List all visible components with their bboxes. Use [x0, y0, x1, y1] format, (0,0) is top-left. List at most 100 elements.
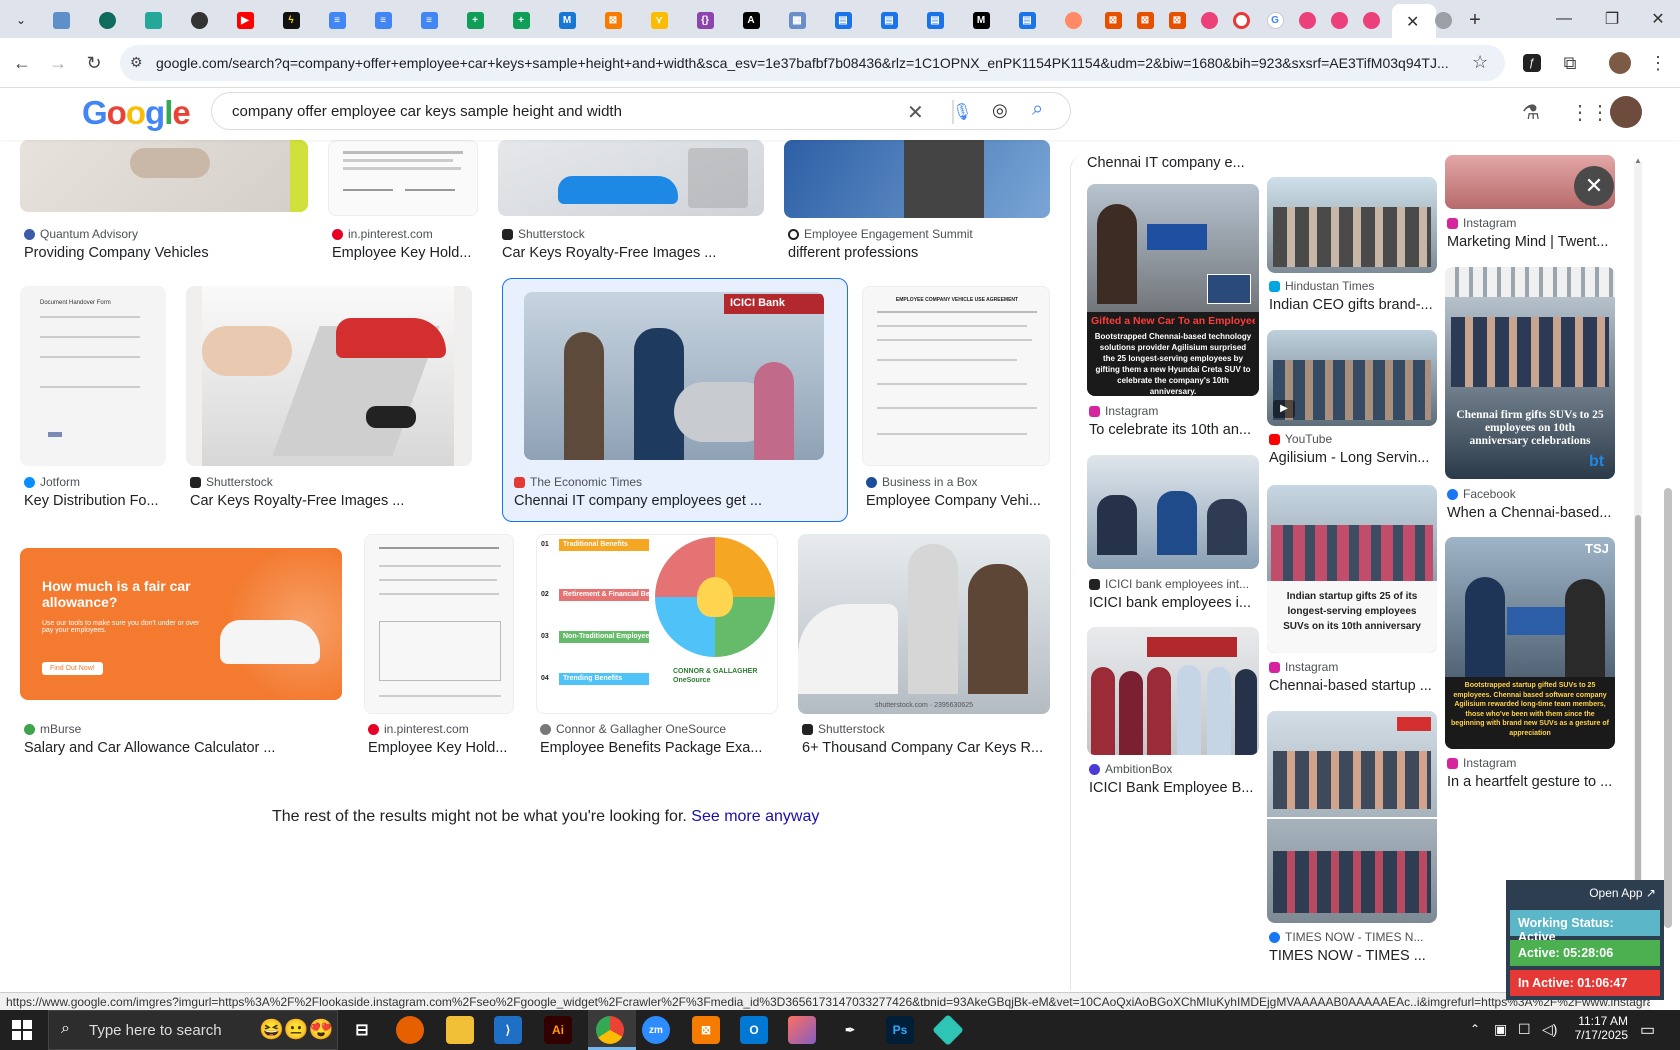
result-title[interactable]: Employee Company Vehi...	[866, 493, 1050, 509]
result-thumb-3[interactable]	[498, 140, 764, 216]
tab-7[interactable]: ≡	[322, 6, 352, 34]
result-thumb-7[interactable]: ICICI Bank	[524, 292, 824, 460]
new-tab-icon[interactable]: +	[1460, 6, 1490, 34]
volume-icon[interactable]: ◁)	[1542, 1021, 1557, 1038]
zoom-icon[interactable]: zm	[642, 1016, 670, 1044]
related-thumb-6[interactable]: Indian startup gifts 25 of its longest-s…	[1267, 485, 1437, 653]
tab-27[interactable]	[1194, 6, 1224, 34]
result-thumb-2[interactable]	[328, 140, 478, 216]
extension-icon[interactable]: ƒ	[1520, 51, 1544, 75]
panel-scrollbar-thumb[interactable]	[1635, 515, 1641, 895]
related-title[interactable]: In a heartfelt gesture to ...	[1447, 774, 1615, 790]
chrome-icon[interactable]	[596, 1016, 624, 1044]
labs-icon[interactable]: ⚗	[1522, 100, 1540, 125]
result-thumb-10[interactable]	[364, 534, 514, 714]
result-title[interactable]: Employee Benefits Package Exa...	[540, 740, 778, 756]
related-thumb-9[interactable]: Chennai firm gifts SUVs to 25 employees …	[1445, 267, 1615, 479]
file-explorer-icon[interactable]	[446, 1016, 474, 1044]
app-icon[interactable]: ⊠	[692, 1016, 720, 1044]
tab-25[interactable]: ⊠	[1130, 6, 1160, 34]
tab-21[interactable]: M	[966, 6, 996, 34]
tab-18[interactable]: ▤	[828, 6, 858, 34]
tab-2[interactable]	[92, 6, 122, 34]
tab-6[interactable]: ϟ	[276, 6, 306, 34]
pen-tool-icon[interactable]: ✒	[836, 1016, 864, 1044]
tab-26[interactable]: ⊠	[1162, 6, 1192, 34]
related-thumb-3[interactable]	[1087, 627, 1259, 755]
tab-4[interactable]	[184, 6, 214, 34]
tab-3[interactable]	[138, 6, 168, 34]
minimize-icon[interactable]: —	[1544, 8, 1584, 30]
result-thumb-5[interactable]: Document Handover Form	[20, 286, 166, 466]
menu-icon[interactable]: ⋮	[1646, 51, 1670, 75]
tab-search-icon[interactable]: ⌄	[6, 6, 36, 34]
open-app-link[interactable]: Open App ↗	[1589, 886, 1656, 900]
related-thumb-5[interactable]: ▶	[1267, 330, 1437, 426]
result-thumb-12[interactable]: shutterstock.com · 2395630625	[798, 534, 1050, 714]
lens-icon[interactable]: ◎	[992, 100, 1008, 121]
tab-31[interactable]	[1324, 6, 1354, 34]
result-title[interactable]: Car Keys Royalty-Free Images ...	[502, 245, 762, 261]
tab-12[interactable]: M	[552, 6, 582, 34]
close-panel-icon[interactable]: ✕	[1574, 166, 1614, 206]
related-title[interactable]: Marketing Mind | Twent...	[1447, 234, 1615, 250]
bookmark-star-icon[interactable]: ☆	[1472, 52, 1488, 73]
url-text[interactable]: google.com/search?q=company+offer+employ…	[156, 55, 1456, 71]
close-tab-icon[interactable]: ✕	[1406, 12, 1419, 32]
related-title[interactable]: ICICI bank employees i...	[1089, 595, 1259, 611]
voice-search-icon[interactable]: 🎙	[952, 102, 972, 122]
result-title[interactable]: Employee Key Hold...	[368, 740, 514, 756]
tab-10[interactable]: +	[460, 6, 490, 34]
see-more-link[interactable]: See more anyway	[691, 808, 819, 825]
search-input[interactable]: company offer employee car keys sample h…	[232, 103, 622, 120]
related-thumb-2[interactable]	[1087, 455, 1259, 569]
task-view-icon[interactable]: ⊟	[348, 1016, 376, 1044]
scroll-up-icon[interactable]: ▲	[1634, 156, 1642, 165]
profile-avatar[interactable]	[1608, 51, 1632, 75]
result-title[interactable]: Employee Key Hold...	[332, 245, 482, 261]
forward-icon[interactable]: →	[46, 51, 70, 75]
restore-icon[interactable]: ❐	[1592, 8, 1632, 30]
result-thumb-1[interactable]	[20, 140, 308, 212]
tab-34[interactable]	[1428, 6, 1458, 34]
related-thumb-7[interactable]	[1267, 711, 1437, 923]
related-title[interactable]: Chennai-based startup ...	[1269, 678, 1437, 694]
related-title[interactable]: Agilisium - Long Servin...	[1269, 450, 1437, 466]
network-icon[interactable]: ☐	[1518, 1021, 1531, 1038]
clear-icon[interactable]: ✕	[907, 100, 924, 125]
related-top-caption[interactable]: Chennai IT company e...	[1087, 155, 1245, 171]
tab-17[interactable]: ▦	[782, 6, 812, 34]
site-info-icon[interactable]: ⚙	[130, 54, 143, 71]
related-title[interactable]: To celebrate its 10th an...	[1089, 422, 1259, 438]
tray-app-icon[interactable]: ▣	[1494, 1021, 1507, 1038]
tab-9[interactable]: ≡	[414, 6, 444, 34]
related-title[interactable]: ICICI Bank Employee B...	[1089, 780, 1259, 796]
page-scrollbar-thumb[interactable]	[1664, 488, 1672, 928]
result-thumb-8[interactable]: EMPLOYEE COMPANY VEHICLE USE AGREEMENT	[862, 286, 1050, 466]
clock[interactable]: 11:17 AM 7/17/2025	[1570, 1014, 1628, 1042]
result-title[interactable]: 6+ Thousand Company Car Keys R...	[802, 740, 1050, 756]
tab-29[interactable]: G	[1260, 6, 1290, 34]
illustrator-icon[interactable]: Ai	[544, 1016, 572, 1044]
related-thumb-4[interactable]	[1267, 177, 1437, 273]
vscode-icon[interactable]: ⟩	[494, 1016, 522, 1044]
result-title[interactable]: Chennai IT company employees get ...	[514, 493, 844, 509]
tab-1[interactable]	[46, 6, 76, 34]
apps-grid-icon[interactable]: ⋮⋮	[1570, 100, 1610, 125]
search-box[interactable]: company offer employee car keys sample h…	[211, 92, 1071, 130]
tab-8[interactable]: ≡	[368, 6, 398, 34]
close-window-icon[interactable]: ✕	[1638, 8, 1678, 30]
tray-chevron-icon[interactable]: ⌃	[1470, 1022, 1480, 1036]
taskbar-search-box[interactable]: ⌕ Type here to search 😆😐😍	[48, 1010, 338, 1050]
result-thumb-4[interactable]	[784, 140, 1050, 218]
photoshop-icon[interactable]: Ps	[886, 1016, 914, 1044]
result-title[interactable]: Key Distribution Fo...	[24, 493, 166, 509]
app-icon[interactable]	[932, 1014, 964, 1046]
tab-22[interactable]: ▤	[1012, 6, 1042, 34]
related-thumb-10[interactable]: TSJ Bootstrapped startup gifted SUVs to …	[1445, 537, 1615, 749]
result-thumb-9[interactable]: How much is a fair car allowance? Use ou…	[20, 548, 342, 700]
result-thumb-11[interactable]: 01 Traditional Benefits 02 Retirement & …	[536, 534, 778, 714]
back-icon[interactable]: ←	[10, 51, 34, 75]
related-title[interactable]: When a Chennai-based...	[1447, 505, 1615, 521]
result-title[interactable]: Providing Company Vehicles	[24, 245, 304, 261]
